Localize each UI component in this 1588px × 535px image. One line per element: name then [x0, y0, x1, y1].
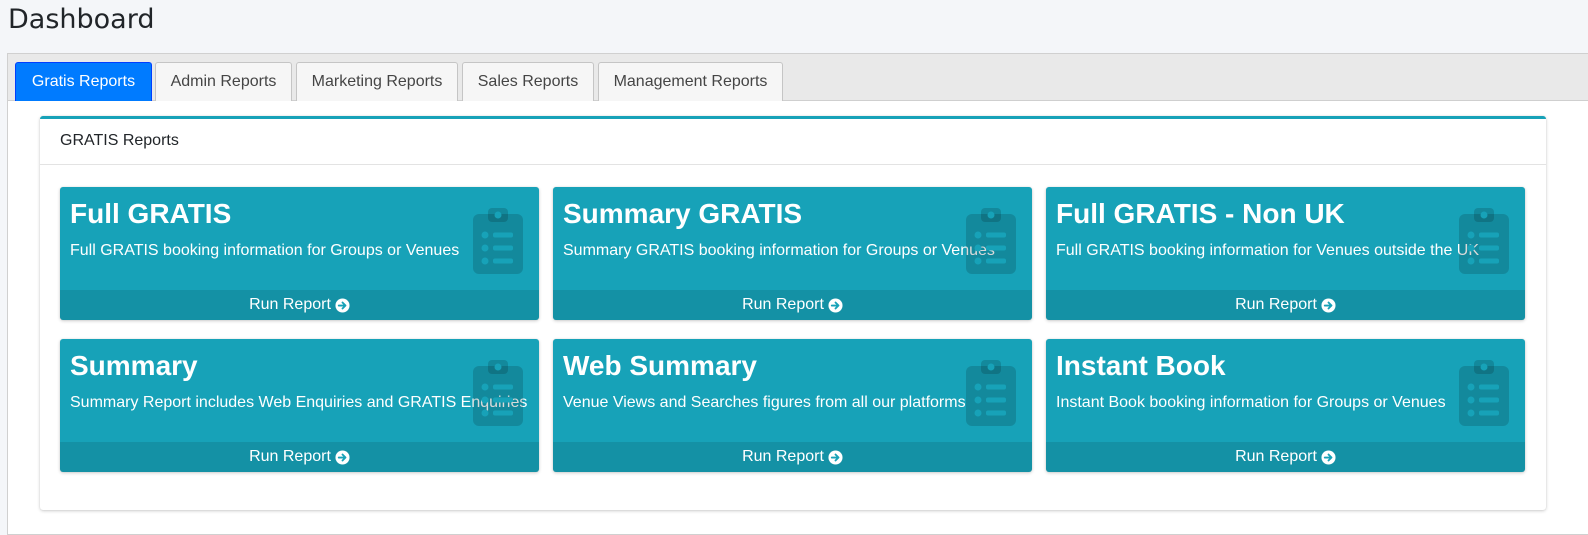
- report-box-web-summary: Web Summary Venue Views and Searches fig…: [553, 339, 1032, 472]
- clipboard-list-icon: [1459, 360, 1509, 426]
- run-report-link[interactable]: Run Report: [553, 290, 1032, 320]
- run-report-link[interactable]: Run Report: [60, 290, 539, 320]
- clipboard-list-icon: [966, 208, 1016, 274]
- run-report-label: Run Report: [249, 296, 331, 313]
- report-tabs: Gratis Reports Admin Reports Marketing R…: [7, 53, 1588, 535]
- page-title: Dashboard: [8, 4, 155, 35]
- run-report-link[interactable]: Run Report: [553, 442, 1032, 472]
- box-title: Summary: [70, 350, 198, 381]
- tab-strip: Gratis Reports Admin Reports Marketing R…: [8, 54, 1588, 101]
- run-report-link[interactable]: Run Report: [1046, 442, 1525, 472]
- box-title: Full GRATIS: [70, 198, 232, 229]
- run-report-label: Run Report: [1235, 296, 1317, 313]
- run-report-label: Run Report: [249, 448, 331, 465]
- gratis-reports-card: GRATIS Reports Full GRATIS Full GRATIS b…: [40, 116, 1546, 510]
- card-header: GRATIS Reports: [40, 119, 1546, 165]
- box-title: Summary GRATIS: [563, 198, 803, 229]
- box-description: Summary GRATIS booking information for G…: [563, 242, 995, 259]
- box-title: Full GRATIS - Non UK: [1056, 198, 1345, 229]
- run-report-label: Run Report: [742, 448, 824, 465]
- box-description: Full GRATIS booking information for Venu…: [1056, 242, 1480, 259]
- report-box-instant-book: Instant Book Instant Book booking inform…: [1046, 339, 1525, 472]
- run-report-label: Run Report: [1235, 448, 1317, 465]
- box-description: Full GRATIS booking information for Grou…: [70, 242, 460, 259]
- arrow-circle-right-icon: [1321, 297, 1336, 313]
- tab-admin-reports[interactable]: Admin Reports: [155, 62, 292, 101]
- run-report-label: Run Report: [742, 296, 824, 313]
- clipboard-list-icon: [1459, 208, 1509, 274]
- clipboard-list-icon: [473, 208, 523, 274]
- arrow-circle-right-icon: [1321, 449, 1336, 465]
- report-box-summary-gratis: Summary GRATIS Summary GRATIS booking in…: [553, 187, 1032, 320]
- tab-gratis-reports[interactable]: Gratis Reports: [15, 62, 152, 101]
- report-box-full-gratis: Full GRATIS Full GRATIS booking informat…: [60, 187, 539, 320]
- arrow-circle-right-icon: [335, 297, 350, 313]
- box-description: Venue Views and Searches figures from al…: [563, 394, 966, 411]
- run-report-link[interactable]: Run Report: [1046, 290, 1525, 320]
- report-box-summary: Summary Summary Report includes Web Enqu…: [60, 339, 539, 472]
- clipboard-list-icon: [966, 360, 1016, 426]
- arrow-circle-right-icon: [335, 449, 350, 465]
- arrow-circle-right-icon: [828, 449, 843, 465]
- box-title: Web Summary: [563, 350, 757, 381]
- box-description: Instant Book booking information for Gro…: [1056, 394, 1446, 411]
- arrow-circle-right-icon: [828, 297, 843, 313]
- box-description: Summary Report includes Web Enquiries an…: [70, 394, 528, 411]
- run-report-link[interactable]: Run Report: [60, 442, 539, 472]
- clipboard-list-icon: [473, 360, 523, 426]
- tab-sales-reports[interactable]: Sales Reports: [462, 62, 594, 101]
- box-title: Instant Book: [1056, 350, 1226, 381]
- tab-management-reports[interactable]: Management Reports: [598, 62, 783, 101]
- tab-marketing-reports[interactable]: Marketing Reports: [296, 62, 458, 101]
- report-box-full-gratis-non-uk: Full GRATIS - Non UK Full GRATIS booking…: [1046, 187, 1525, 320]
